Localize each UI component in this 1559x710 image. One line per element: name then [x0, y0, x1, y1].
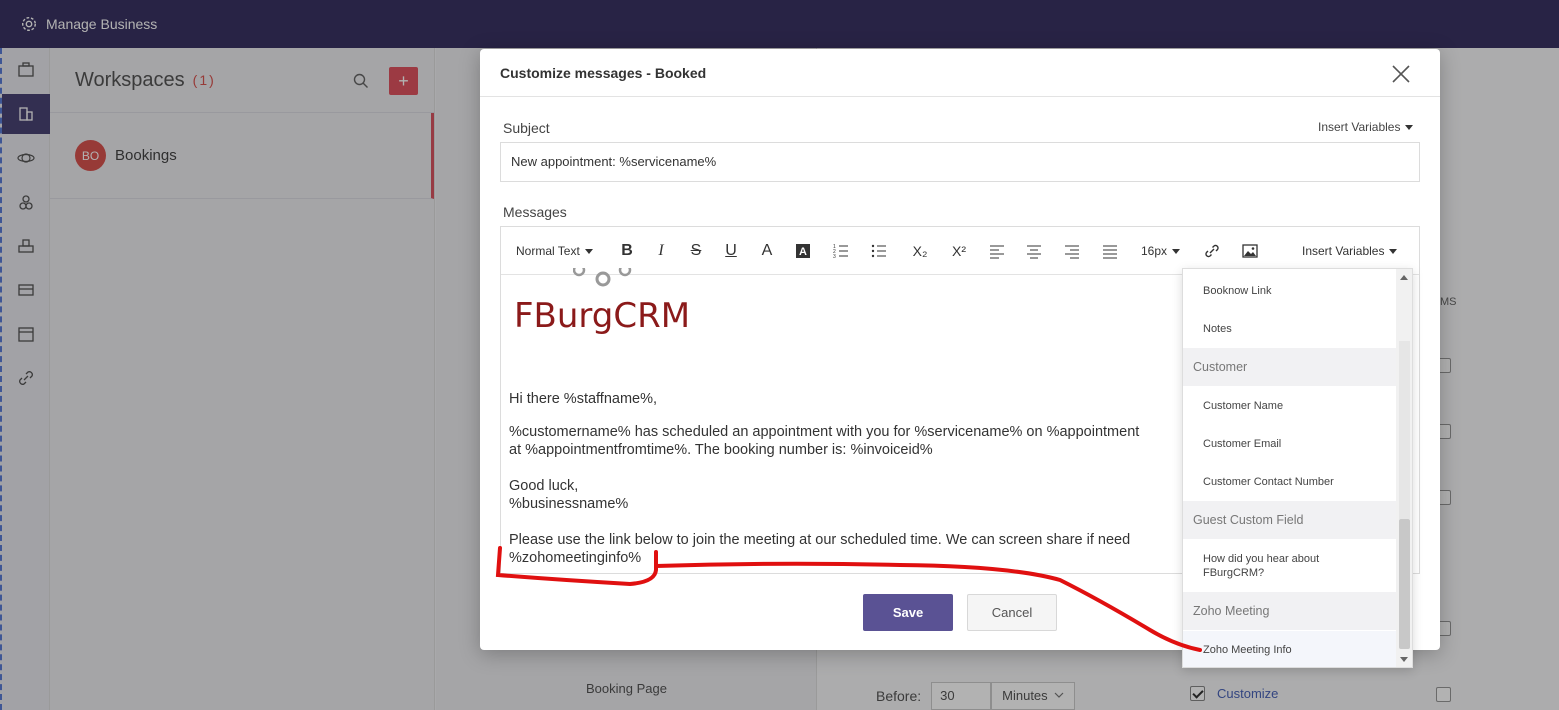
scroll-up-icon[interactable] [1400, 275, 1408, 280]
justify-icon [1103, 245, 1117, 259]
ordered-list-button[interactable]: 123 [833, 241, 849, 261]
align-left-icon [990, 245, 1004, 259]
logo-text: FBurgCRM [514, 296, 691, 336]
meeting-line-2: %zohomeetinginfo% [509, 550, 642, 566]
editor-insert-variables[interactable]: Insert Variables [1302, 241, 1398, 261]
ordered-list-icon: 123 [833, 244, 848, 259]
align-center-button[interactable] [1026, 241, 1042, 261]
svg-text:A: A [799, 246, 807, 258]
align-center-icon [1027, 245, 1041, 259]
image-icon [1242, 244, 1258, 258]
cancel-button[interactable]: Cancel [967, 594, 1057, 631]
bold-button[interactable]: B [619, 241, 635, 261]
bullet-list-icon [871, 244, 886, 258]
logo-mark [573, 268, 632, 287]
underline-button[interactable]: U [723, 241, 739, 261]
caret-down-icon [1172, 248, 1181, 254]
insert-variables-label: Insert Variables [1302, 244, 1385, 258]
signoff-line-1: Good luck, [509, 478, 579, 494]
strikethrough-button[interactable]: S [688, 241, 704, 261]
save-button[interactable]: Save [863, 594, 953, 631]
caret-down-icon [1405, 124, 1414, 130]
caret-down-icon [1389, 248, 1398, 254]
variable-option[interactable]: Notes [1183, 309, 1397, 349]
insert-variables-label: Insert Variables [1318, 120, 1401, 134]
highlight-icon: A [796, 244, 810, 258]
superscript-button[interactable]: X² [950, 241, 968, 261]
caret-down-icon [584, 248, 593, 254]
variable-option[interactable]: How did you hear about FBurgCRM? [1183, 541, 1397, 591]
modal-header: Customize messages - Booked [480, 49, 1440, 97]
font-color-button[interactable]: A [759, 241, 775, 261]
subject-input[interactable]: New appointment: %servicename% [500, 142, 1420, 182]
align-right-icon [1065, 245, 1079, 259]
dropdown-scrollbar[interactable] [1396, 269, 1412, 667]
variable-group-header: Customer [1183, 348, 1397, 386]
meeting-line-1: Please use the link below to join the me… [509, 532, 1131, 548]
body-line-2: at %appointmentfromtime%. The booking nu… [509, 442, 933, 458]
scroll-down-icon[interactable] [1400, 657, 1408, 662]
variable-option[interactable]: Customer Contact Number [1183, 462, 1397, 502]
subject-label: Subject [503, 120, 550, 136]
signoff-line-2: %businessname% [509, 496, 629, 512]
modal-title: Customize messages - Booked [500, 64, 707, 81]
variable-group-header: Guest Custom Field [1183, 501, 1397, 539]
variable-option[interactable]: Booknow Link [1183, 271, 1397, 311]
italic-button[interactable]: I [653, 241, 669, 261]
close-icon[interactable] [1390, 63, 1412, 85]
variable-option[interactable]: Customer Email [1183, 424, 1397, 464]
svg-text:3: 3 [833, 254, 836, 259]
messages-label: Messages [503, 204, 567, 220]
scroll-thumb[interactable] [1399, 519, 1410, 649]
text-style-select[interactable]: Normal Text [516, 241, 593, 261]
subject-insert-variables[interactable]: Insert Variables [1318, 120, 1414, 134]
insert-variables-dropdown: Booknow Link Notes Customer Customer Nam… [1182, 268, 1413, 668]
font-size-value: 16px [1141, 244, 1168, 258]
body-line-1: %customername% has scheduled an appointm… [509, 424, 1140, 440]
align-left-button[interactable] [989, 241, 1005, 261]
variable-option-zoho-meeting-info[interactable]: Zoho Meeting Info [1183, 631, 1397, 667]
text-style-value: Normal Text [516, 244, 580, 258]
highlight-button[interactable]: A [795, 241, 811, 261]
greeting-line: Hi there %staffname%, [509, 391, 658, 407]
font-size-select[interactable]: 16px [1141, 241, 1181, 261]
align-right-button[interactable] [1064, 241, 1080, 261]
insert-link-button[interactable] [1204, 241, 1220, 261]
justify-button[interactable] [1102, 241, 1118, 261]
bullet-list-button[interactable] [871, 241, 887, 261]
link-icon [1205, 244, 1219, 258]
subscript-button[interactable]: X₂ [911, 241, 929, 261]
insert-image-button[interactable] [1242, 241, 1258, 261]
scroll-track [1399, 341, 1410, 519]
variable-group-header: Zoho Meeting [1183, 592, 1397, 630]
variable-option[interactable]: Customer Name [1183, 386, 1397, 426]
